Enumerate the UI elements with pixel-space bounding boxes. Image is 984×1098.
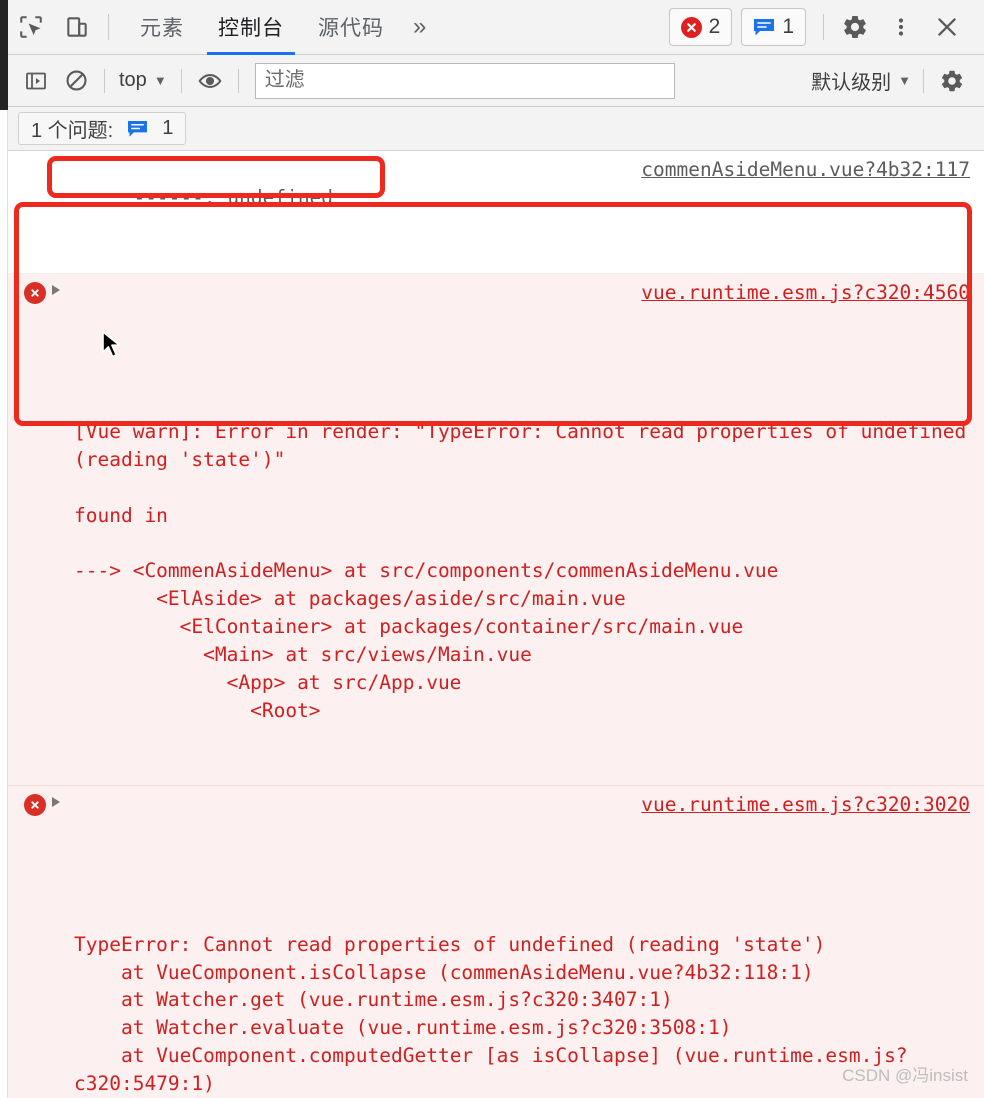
console-message-list[interactable]: ------: undefined commenAsideMenu.vue?4b… [8,151,984,1098]
chevron-down-icon: ▼ [898,73,911,88]
console-filter-toolbar: top ▼ 默认级别 ▼ [8,55,984,107]
console-error-stack-text: TypeError: Cannot read properties of und… [74,932,908,1095]
tab-sources[interactable]: 源代码 [301,0,401,55]
issues-label: 1 个问题: [31,120,114,142]
console-error-row[interactable]: vue.runtime.esm.js?c320:3020 TypeError: … [8,786,984,1098]
log-level-label: 默认级别 [811,72,892,94]
console-source-link[interactable]: vue.runtime.esm.js?c320:3020 [641,791,970,819]
inspect-element-icon[interactable] [8,4,54,50]
console-left-rail [0,110,8,1098]
tab-console-label: 控制台 [218,17,284,40]
error-count-label: 2 [708,15,721,38]
error-circle-icon [680,16,702,38]
console-error-row[interactable]: vue.runtime.esm.js?c320:4560 [Vue warn]:… [8,273,984,787]
tab-console[interactable]: 控制台 [201,0,301,55]
device-toolbar-icon[interactable] [54,4,100,50]
clear-console-icon[interactable] [56,61,96,101]
filterbar-divider-1 [104,68,105,93]
error-circle-icon [24,281,46,304]
expand-triangle-icon[interactable] [52,284,60,295]
more-tabs-label: » [413,13,428,40]
filterbar-divider-2 [180,68,182,93]
error-count-badge[interactable]: 2 [668,8,733,46]
filterbar-divider-4 [923,68,924,93]
close-icon[interactable] [924,4,970,50]
tab-elements-label: 元素 [140,17,184,40]
tabbar-divider [108,14,109,40]
console-log-text: ------: undefined [133,185,334,209]
more-tabs-button[interactable]: » [401,0,439,55]
console-source-link[interactable]: vue.runtime.esm.js?c320:4560 [641,279,970,307]
console-log-row[interactable]: ------: undefined commenAsideMenu.vue?4b… [8,151,984,274]
filterbar-divider-3 [237,68,239,93]
issues-chip[interactable]: 1 个问题: 1 [18,112,187,145]
console-settings-gear-icon[interactable] [932,61,972,101]
chevron-down-icon: ▼ [153,73,167,88]
expand-triangle-icon[interactable] [52,797,60,808]
message-bubble-icon [127,120,148,138]
console-filter-input[interactable] [254,62,675,99]
live-expression-eye-icon[interactable] [190,61,230,101]
kebab-menu-icon[interactable] [878,4,924,50]
devtools-window: 元素 控制台 源代码 » 2 1 top ▼ 过滤 默认级别 ▼ 1 个问题: … [0,0,984,1098]
devtools-dock-strip [0,0,8,110]
message-count-badge[interactable]: 1 [741,8,806,46]
execution-context-selector[interactable]: top ▼ [113,69,173,92]
message-bubble-icon [753,18,775,37]
execution-context-label: top [119,69,147,91]
console-sidebar-icon[interactable] [16,61,56,101]
tabbar-right-divider [823,14,824,40]
gear-icon[interactable] [832,4,878,50]
watermark: CSDN @冯insist [842,1066,968,1085]
tab-sources-label: 源代码 [318,17,384,40]
console-source-link[interactable]: commenAsideMenu.vue?4b32:117 [641,156,970,184]
devtools-tabbar: 元素 控制台 源代码 » 2 1 [8,0,984,55]
console-error-text: [Vue warn]: Error in render: "TypeError:… [74,419,967,722]
issues-bar[interactable]: 1 个问题: 1 [8,107,984,151]
tabbar-right-group: 2 1 [668,4,984,50]
message-count-label: 1 [782,15,794,38]
devtools-tabs: 元素 控制台 源代码 » [123,0,439,55]
error-circle-icon [24,794,46,817]
log-level-selector[interactable]: 默认级别 ▼ [811,66,915,95]
issues-count: 1 [162,117,174,139]
tab-elements[interactable]: 元素 [123,0,201,55]
